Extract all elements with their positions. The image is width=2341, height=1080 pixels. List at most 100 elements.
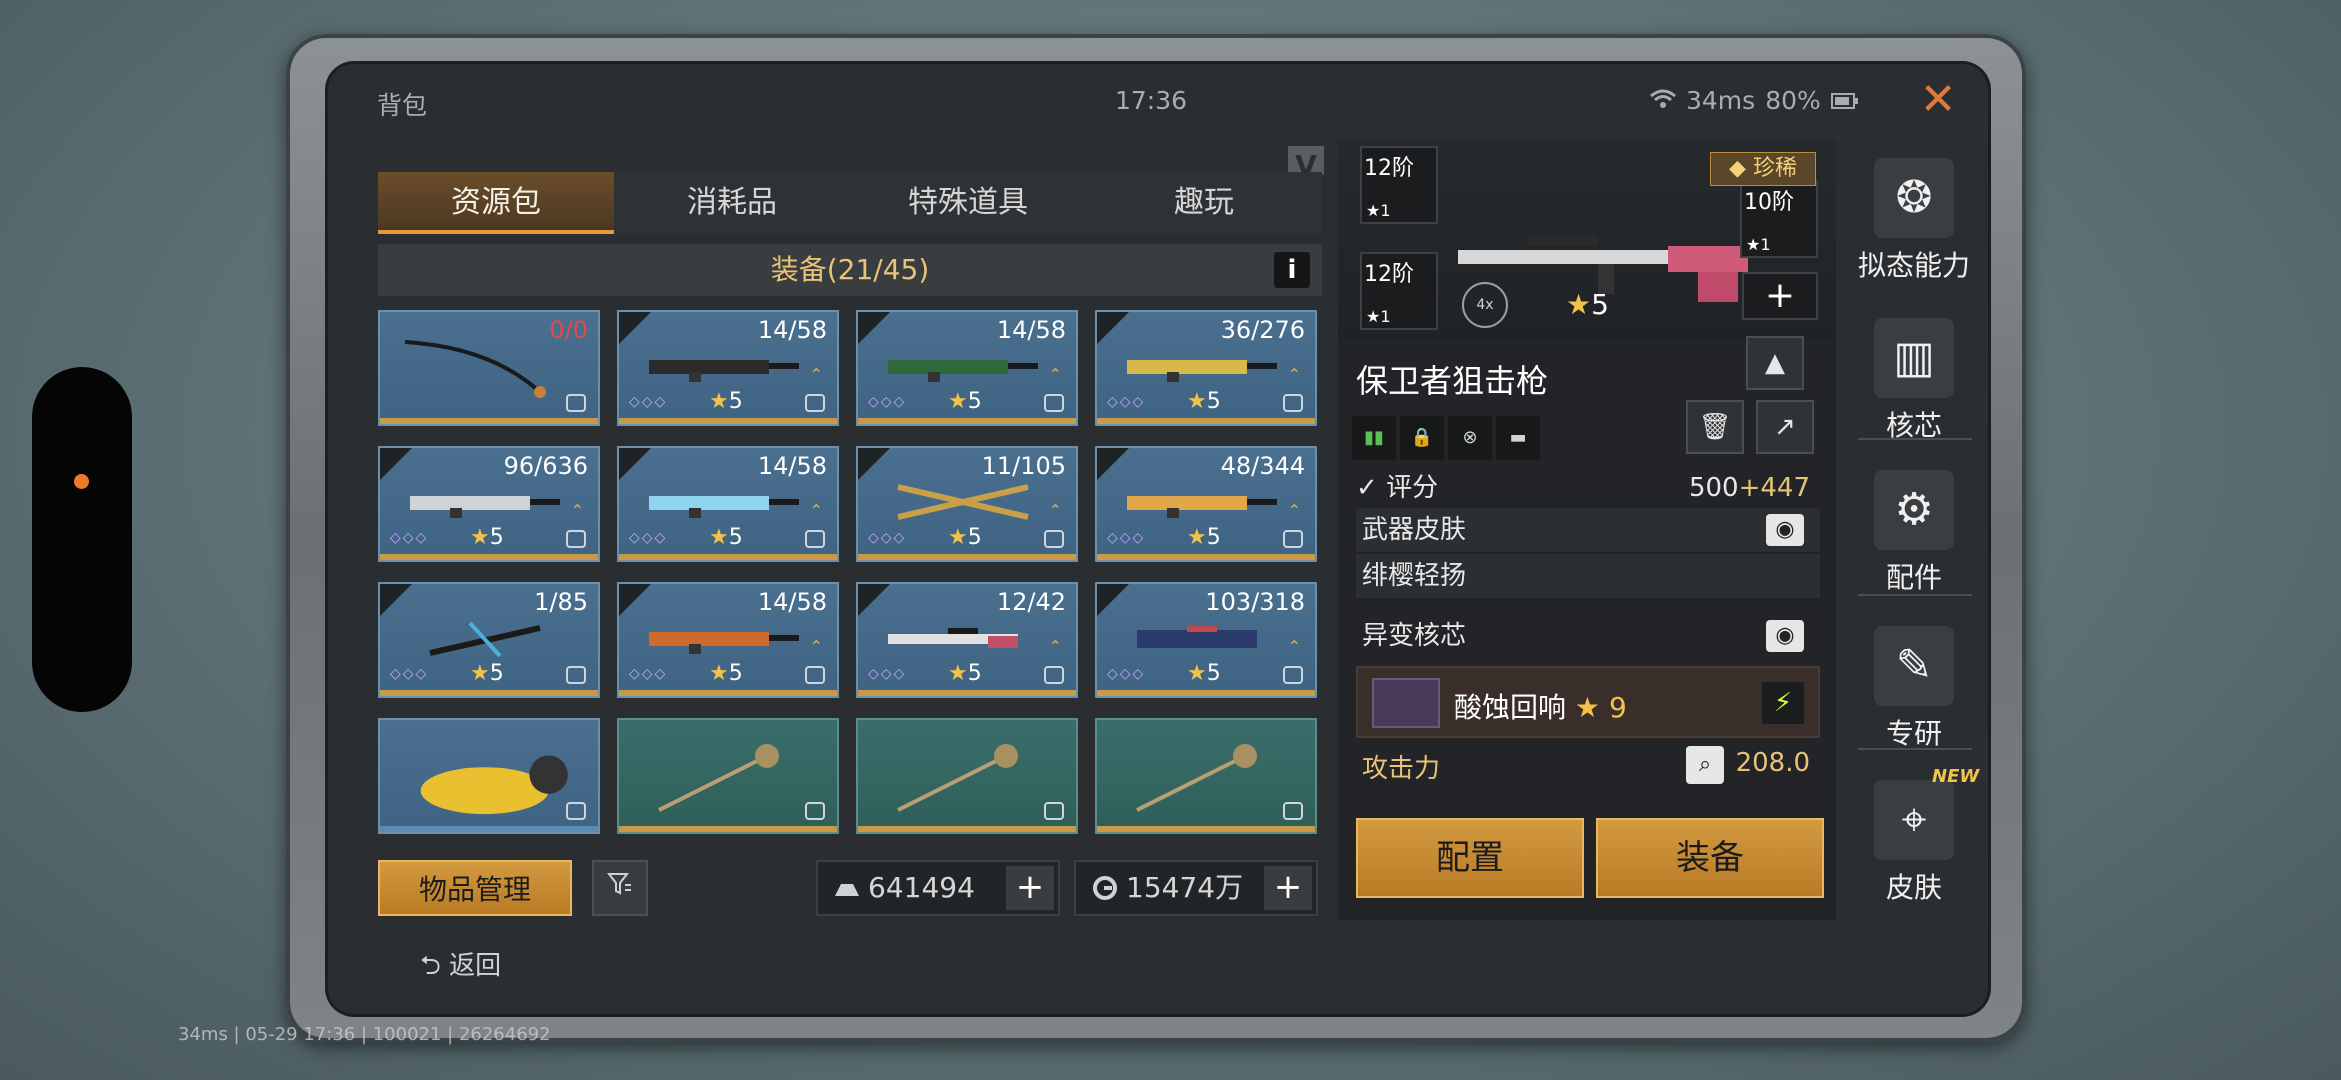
item-stars: ★5 (709, 661, 743, 686)
rarity-corner (1097, 448, 1129, 480)
ping-value: 34ms (1686, 86, 1756, 115)
eye-icon[interactable]: ◉ (1766, 514, 1804, 546)
rarity-corner (858, 584, 890, 616)
durability-bar (619, 826, 837, 832)
item-cell[interactable]: 14/58 ◇◇◇ ★5 ⌃ (617, 310, 839, 426)
nav-label: 皮肤 (1885, 871, 1942, 904)
search-icon[interactable]: ⌕ (1686, 746, 1724, 784)
launcher-icon (1137, 626, 1257, 648)
item-cell[interactable] (378, 718, 600, 834)
item-count: 12/42 (996, 588, 1066, 616)
weapon-name: 保卫者狙击枪 (1356, 362, 1549, 400)
crossbow-icon (897, 484, 1029, 520)
tab-special-items[interactable]: 特殊道具 (850, 172, 1086, 234)
attack-value: 208.0 (1735, 748, 1810, 778)
filter-icon[interactable] (592, 860, 648, 916)
upgrade-icon: ⌃ (1048, 501, 1062, 520)
durability-bar (380, 418, 598, 424)
attachment-slot[interactable]: 10阶 ★1 (1740, 180, 1818, 258)
item-cell[interactable]: 36/276 ◇◇◇ ★5 ⌃ (1095, 310, 1317, 426)
tab-consumables[interactable]: 消耗品 (614, 172, 850, 234)
tab-fun[interactable]: 趣玩 (1086, 172, 1322, 234)
item-count: 48/344 (1220, 452, 1305, 480)
rifle-icon (649, 360, 799, 382)
slot-level: 10阶 (1744, 190, 1794, 215)
fishing-rod-icon (404, 340, 546, 398)
item-cell[interactable]: 1/85 ◇◇◇ ★5 (378, 582, 600, 698)
item-cell[interactable]: 14/58 ◇◇◇ ★5 ⌃ (617, 446, 839, 562)
rifle-icon (1127, 360, 1277, 382)
rank-dots: ◇◇◇ (1107, 530, 1146, 546)
lock-icon (1283, 530, 1303, 548)
item-cell[interactable]: 0/0 (378, 310, 600, 426)
item-cell[interactable]: 11/105 ◇◇◇ ★5 ⌃ (856, 446, 1078, 562)
core-label: 异变核芯 (1362, 621, 1467, 651)
rarity-corner (619, 448, 651, 480)
rank-dots: ◇◇◇ (868, 530, 907, 546)
item-cell[interactable] (617, 718, 839, 834)
coin-amount: 15474万 (1126, 871, 1244, 904)
attachment-slot[interactable]: 12阶 ★1 (1360, 252, 1438, 330)
close-icon[interactable]: ✕ (1918, 78, 1958, 122)
upgrade-icon: ⌃ (809, 501, 823, 520)
item-management-button[interactable]: 物品管理 (378, 860, 572, 916)
item-cell[interactable]: 103/318 ◇◇◇ ★5 ⌃ (1095, 582, 1317, 698)
back-button[interactable]: ⮌ 返回 (420, 945, 501, 991)
durability-bar (619, 554, 837, 560)
item-stars: ★5 (709, 389, 743, 414)
research-icon: ✎ (1874, 626, 1954, 706)
diamond-icon: ◆ (1729, 156, 1746, 181)
tab-resource-pack[interactable]: 资源包 (378, 172, 614, 234)
eye-icon[interactable]: ◉ (1766, 620, 1804, 652)
add-attachment-button[interactable]: + (1742, 272, 1818, 320)
durability-bar (380, 690, 598, 696)
core-row: 异变核芯 ◉ (1356, 614, 1820, 658)
item-cell[interactable]: 12/42 ◇◇◇ ★5 ⌃ (856, 582, 1078, 698)
item-cell[interactable] (1095, 718, 1317, 834)
weapon-stars: ★5 (1566, 288, 1609, 321)
score-icon: ✓ (1356, 473, 1378, 503)
info-icon[interactable]: i (1274, 252, 1310, 288)
sniper-icon (888, 628, 1018, 648)
item-cell[interactable]: 48/344 ◇◇◇ ★5 ⌃ (1095, 446, 1317, 562)
lock-icon (1044, 530, 1064, 548)
slot-level: 12阶 (1364, 156, 1414, 181)
item-stars: ★5 (470, 661, 504, 686)
slot-stars: ★1 (1746, 235, 1771, 254)
item-cell[interactable]: 14/58 ◇◇◇ ★5 ⌃ (856, 310, 1078, 426)
add-gold-button[interactable]: + (1006, 866, 1054, 910)
rank-dots: ◇◇◇ (629, 530, 668, 546)
item-count: 1/85 (534, 588, 588, 616)
rarity-corner (1097, 312, 1129, 344)
item-cell[interactable]: 14/58 ◇◇◇ ★5 ⌃ (617, 582, 839, 698)
item-count: 36/276 (1220, 316, 1305, 344)
mutation-core-card[interactable]: 酸蚀回响 ★ 9 ⚡ (1356, 666, 1820, 738)
item-cell[interactable]: 96/636 ◇◇◇ ★5 ⌃ (378, 446, 600, 562)
item-stars: ★5 (1187, 525, 1221, 550)
share-icon[interactable]: ↗ (1756, 400, 1814, 454)
add-coins-button[interactable]: + (1264, 866, 1312, 910)
rarity-badge: ◆ 珍稀 (1710, 152, 1816, 186)
item-cell[interactable] (856, 718, 1078, 834)
scope-icon: 4x (1462, 282, 1508, 328)
durability-bar (619, 418, 837, 424)
trash-icon[interactable]: 🗑 (1686, 400, 1744, 454)
lock-icon (805, 802, 825, 820)
side-handle[interactable] (32, 367, 132, 712)
attachment-slot[interactable]: 12阶 ★1 (1360, 146, 1438, 224)
nav-research[interactable]: ✎ 专研 (1846, 626, 1982, 752)
battery-value: 80% (1765, 86, 1821, 115)
nav-skin[interactable]: ⌖ 皮肤 (1846, 780, 1982, 906)
new-badge: NEW (1932, 766, 1980, 787)
rifle-icon (649, 632, 799, 654)
beast-icon: ❂ (1874, 158, 1954, 238)
nav-label: 拟态能力 (1857, 249, 1970, 282)
skin-label: 武器皮肤 (1362, 515, 1467, 545)
nav-mimic-ability[interactable]: ❂ 拟态能力 (1846, 158, 1982, 284)
durability-bar (858, 418, 1076, 424)
nav-core[interactable]: ▥ 核芯 (1846, 318, 1982, 444)
config-button[interactable]: 配置 (1356, 818, 1584, 898)
equip-button[interactable]: 装备 (1596, 818, 1824, 898)
craft-icon[interactable]: ▲ (1746, 336, 1804, 390)
nav-parts[interactable]: ⚙ 配件 (1846, 470, 1982, 596)
